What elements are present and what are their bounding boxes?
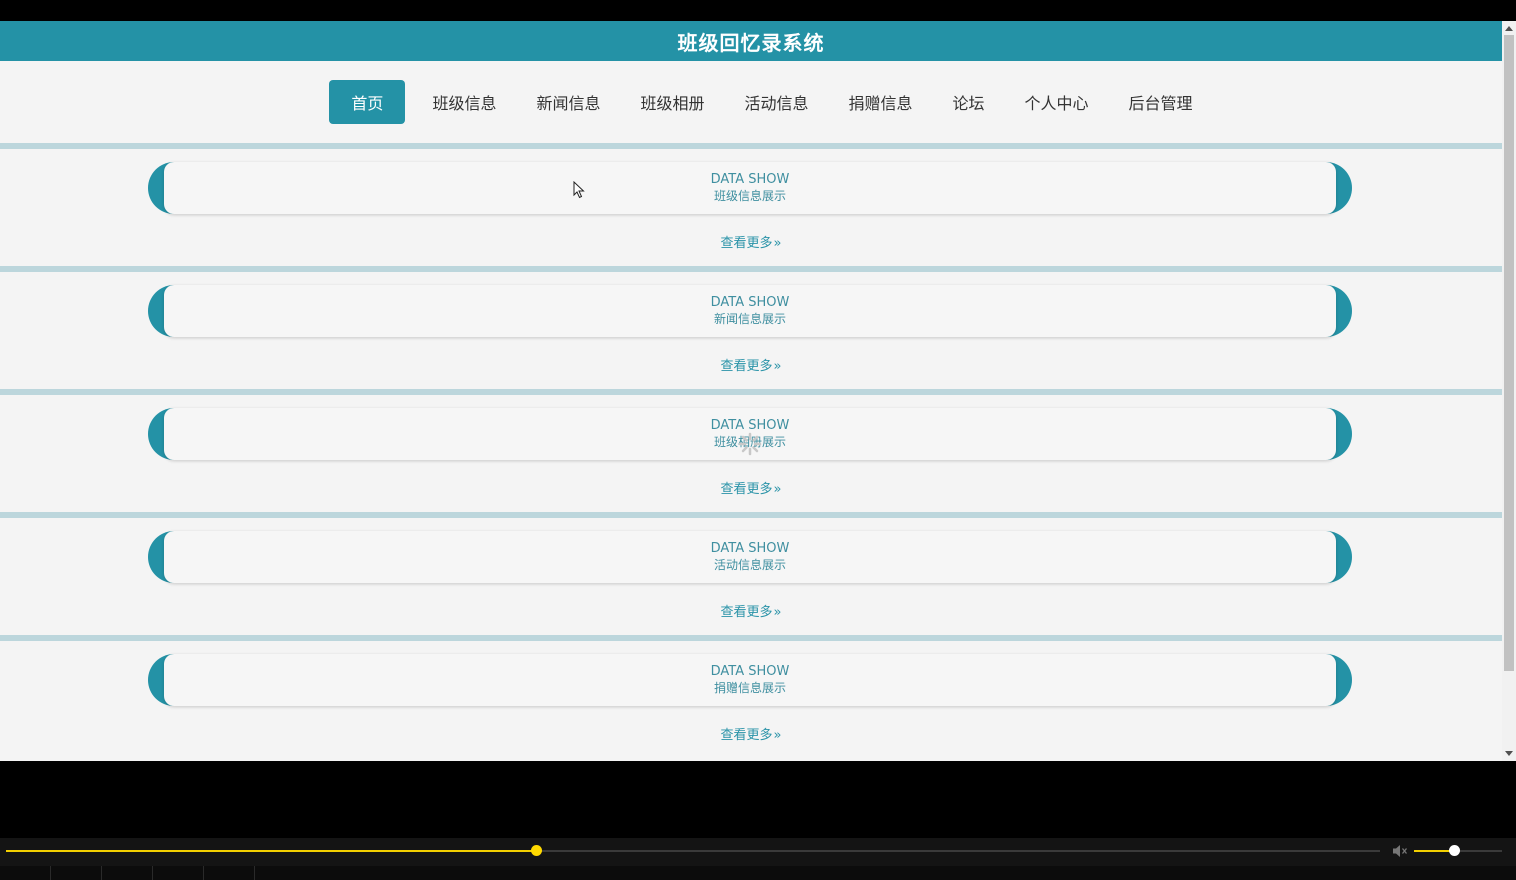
page-scrollbar[interactable] [1502, 21, 1516, 761]
section-title: 活动信息展示 [713, 558, 786, 572]
volume-icon[interactable] [1392, 844, 1408, 858]
nav-label: 活动信息 [744, 94, 809, 113]
volume-slider[interactable] [1414, 845, 1502, 856]
player-control-slot[interactable] [204, 866, 255, 880]
view-more-link[interactable]: 查看更多» [0, 601, 1502, 620]
view-more-link[interactable]: 查看更多» [0, 478, 1502, 497]
section-header: DATA SHOW 班级信息展示 [164, 162, 1336, 214]
player-control-strip [0, 866, 1516, 880]
section-class-info: DATA SHOW 班级信息展示 查看更多» [0, 143, 1502, 266]
double-chevron-right-icon: » [773, 359, 782, 374]
view-more-label: 查看更多 [720, 605, 773, 620]
nav-item-album[interactable]: 班级相册 [620, 80, 724, 124]
player-control-slot[interactable] [102, 866, 153, 880]
nav-item-profile[interactable]: 个人中心 [1005, 80, 1109, 124]
nav-item-admin[interactable]: 后台管理 [1109, 80, 1213, 124]
seek-bar-progress [6, 850, 537, 852]
nav-label: 班级相册 [640, 94, 705, 113]
nav-label: 论坛 [952, 94, 985, 113]
nav-label: 首页 [351, 94, 384, 113]
player-control-slot[interactable] [153, 866, 204, 880]
section-header: DATA SHOW 活动信息展示 [164, 531, 1336, 583]
seek-bar-handle[interactable] [531, 845, 543, 856]
nav-label: 后台管理 [1128, 94, 1193, 113]
double-chevron-right-icon: » [773, 728, 782, 743]
view-more-label: 查看更多 [720, 728, 773, 743]
view-more-link[interactable]: 查看更多» [0, 724, 1502, 743]
section-subtitle-en: DATA SHOW [710, 295, 790, 310]
main-nav: 首页 班级信息 新闻信息 班级相册 活动信息 捐赠信息 论坛 个人中心 后台管理 [0, 61, 1502, 143]
section-activity: DATA SHOW 活动信息展示 查看更多» [0, 512, 1502, 635]
view-more-label: 查看更多 [720, 482, 773, 497]
media-player-bar [0, 838, 1516, 880]
section-subtitle-en: DATA SHOW [710, 172, 790, 187]
view-more-link[interactable]: 查看更多» [0, 355, 1502, 374]
section-title: 捐赠信息展示 [713, 681, 786, 695]
volume-slider-level [1414, 850, 1454, 852]
nav-item-donation[interactable]: 捐赠信息 [829, 80, 933, 124]
section-header-pill: DATA SHOW 新闻信息展示 [148, 285, 1352, 337]
site-title-bar: 班级回忆录系统 [0, 21, 1502, 61]
view-more-link[interactable]: 查看更多» [0, 232, 1502, 251]
scroll-up-icon[interactable] [1505, 26, 1513, 31]
double-chevron-right-icon: » [773, 482, 782, 497]
double-chevron-right-icon: » [773, 605, 782, 620]
section-header: DATA SHOW 捐赠信息展示 [164, 654, 1336, 706]
site-title: 班级回忆录系统 [677, 30, 825, 55]
player-control-slot[interactable] [0, 866, 51, 880]
mouse-pointer-icon [573, 181, 585, 199]
double-chevron-right-icon: » [773, 236, 782, 251]
nav-item-news[interactable]: 新闻信息 [516, 80, 620, 124]
section-subtitle-en: DATA SHOW [710, 541, 790, 556]
nav-item-home[interactable]: 首页 [329, 80, 406, 124]
nav-item-activity[interactable]: 活动信息 [724, 80, 828, 124]
scrollbar-thumb[interactable] [1504, 35, 1514, 671]
nav-label: 班级信息 [432, 94, 497, 113]
browser-page: 班级回忆录系统 首页 班级信息 新闻信息 班级相册 活动信息 捐赠信息 论坛 个… [0, 21, 1502, 761]
section-header: DATA SHOW 新闻信息展示 [164, 285, 1336, 337]
seek-bar[interactable] [6, 845, 1380, 856]
scroll-down-icon[interactable] [1505, 751, 1513, 756]
nav-label: 捐赠信息 [848, 94, 913, 113]
loading-spinner-icon [738, 432, 762, 456]
section-header-pill: DATA SHOW 捐赠信息展示 [148, 654, 1352, 706]
nav-label: 新闻信息 [536, 94, 601, 113]
section-subtitle-en: DATA SHOW [710, 664, 790, 679]
section-title: 新闻信息展示 [713, 312, 786, 326]
section-header-pill: DATA SHOW 班级信息展示 [148, 162, 1352, 214]
section-header-pill: DATA SHOW 活动信息展示 [148, 531, 1352, 583]
player-control-slot[interactable] [51, 866, 102, 880]
nav-label: 个人中心 [1024, 94, 1089, 113]
view-more-label: 查看更多 [720, 359, 773, 374]
volume-slider-handle[interactable] [1448, 845, 1460, 856]
view-more-label: 查看更多 [720, 236, 773, 251]
nav-item-class-info[interactable]: 班级信息 [412, 80, 516, 124]
section-donation: DATA SHOW 捐赠信息展示 查看更多» [0, 635, 1502, 758]
nav-item-forum[interactable]: 论坛 [933, 80, 1005, 124]
section-title: 班级信息展示 [713, 189, 786, 203]
section-news: DATA SHOW 新闻信息展示 查看更多» [0, 266, 1502, 389]
screen: 班级回忆录系统 首页 班级信息 新闻信息 班级相册 活动信息 捐赠信息 论坛 个… [0, 0, 1516, 880]
